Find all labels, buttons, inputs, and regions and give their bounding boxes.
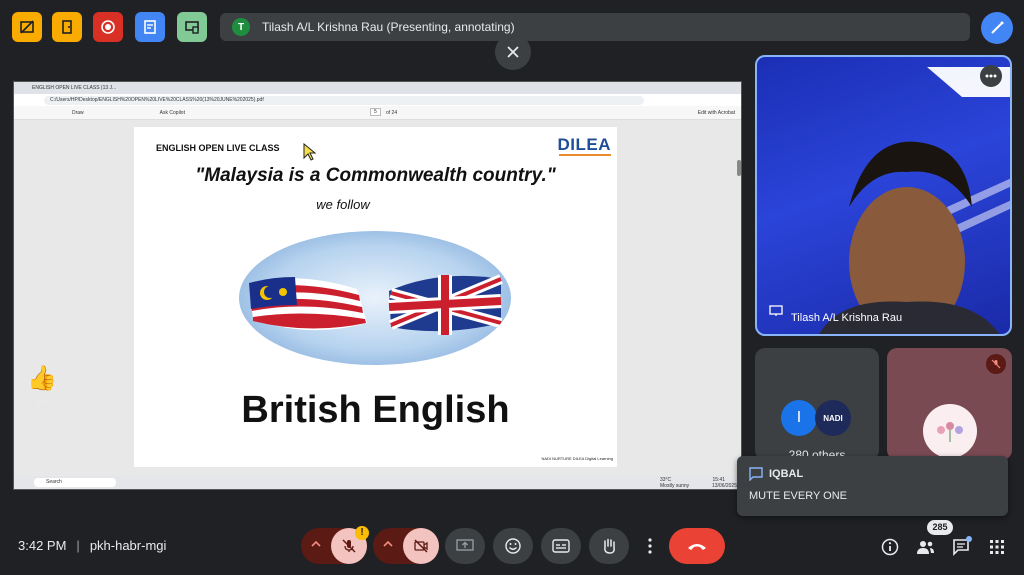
- annotate-button[interactable]: [981, 12, 1013, 44]
- participant-count-badge: 285: [927, 520, 953, 535]
- slide-footer: NADI NURTURE DILEA Digital Learning: [541, 456, 613, 461]
- draw-tool: Draw: [72, 109, 84, 116]
- participant-tile[interactable]: [887, 348, 1012, 460]
- chat-notification[interactable]: IQBAL MUTE EVERY ONE: [737, 456, 1008, 516]
- meeting-details-button[interactable]: [879, 536, 901, 558]
- other-avatar: I: [781, 400, 817, 436]
- people-button[interactable]: [914, 536, 936, 558]
- browser-tab-strip: ENGLISH OPEN LIVE CLASS (13 J...: [14, 82, 741, 94]
- page-total: of 24: [386, 110, 398, 116]
- more-dots-icon: [985, 74, 997, 78]
- people-icon: [917, 541, 934, 554]
- end-call-icon: [688, 544, 706, 550]
- chat-icon: [749, 467, 763, 486]
- camera-control[interactable]: [373, 528, 439, 564]
- pdf-scrollbar[interactable]: [737, 160, 741, 176]
- door-icon[interactable]: [52, 12, 82, 42]
- taskbar-date: 13/06/2025: [711, 483, 737, 489]
- present-icon: [456, 539, 474, 551]
- pdf-toolbar: Draw Ask Copilot 5 of 24 Edit with Acrob…: [14, 106, 741, 120]
- browser-address-bar: C:/Users/HP/Desktop/ENGLISH%20OPEN%20LIV…: [14, 94, 741, 106]
- companion-icon[interactable]: [177, 12, 207, 42]
- taskbar-search: Search: [34, 478, 116, 487]
- raise-hand-button[interactable]: [589, 528, 629, 564]
- chevron-up-icon: [383, 540, 393, 547]
- presenter-avatar: T: [232, 18, 250, 36]
- muted-mic-icon: [986, 354, 1006, 374]
- camera-off-icon: [414, 539, 428, 553]
- captions-button[interactable]: [541, 528, 581, 564]
- presenting-text: Tilash A/L Krishna Rau (Presenting, anno…: [262, 20, 515, 34]
- close-icon: [507, 46, 519, 58]
- uk-flag-hand: [388, 274, 503, 335]
- mic-warning-badge: !: [355, 526, 369, 540]
- captions-icon: [552, 539, 570, 553]
- nadi-avatar: NADI: [815, 400, 851, 436]
- more-vert-icon: [648, 538, 652, 554]
- emoji-button[interactable]: [493, 528, 533, 564]
- camera-off-button[interactable]: [403, 528, 439, 564]
- url-field: C:/Users/HP/Desktop/ENGLISH%20OPEN%20LIV…: [44, 95, 644, 105]
- current-time: 3:42 PM: [18, 538, 67, 553]
- flowers-avatar: [923, 404, 977, 458]
- more-options-button[interactable]: [637, 528, 663, 564]
- chevron-up-icon: [311, 540, 321, 547]
- video-feed: [819, 67, 1010, 334]
- dilea-logo: DILEA: [557, 135, 611, 154]
- slide-title: British English: [241, 389, 510, 431]
- malaysia-flag-hand: [249, 277, 367, 331]
- more-options-button[interactable]: [980, 65, 1002, 87]
- browser-tab: ENGLISH OPEN LIVE CLASS (13 J...: [32, 85, 117, 91]
- chat-sender: IQBAL: [769, 468, 804, 480]
- shared-screen: ENGLISH OPEN LIVE CLASS (13 J... C:/User…: [13, 81, 742, 490]
- info-separator: |: [76, 538, 80, 553]
- weather-desc: Mostly sunny: [660, 483, 690, 489]
- notes-icon[interactable]: [135, 12, 165, 42]
- reaction-name: qal: [35, 396, 49, 407]
- edit-acrobat: Edit with Acrobat: [697, 110, 735, 116]
- present-screen-button[interactable]: [445, 528, 485, 564]
- flags-handshake-image: [239, 231, 511, 365]
- emoji-icon: [505, 538, 521, 554]
- slide-header: ENGLISH OPEN LIVE CLASS: [156, 143, 280, 153]
- ask-copilot: Ask Copilot: [159, 109, 185, 116]
- chat-button[interactable]: [950, 536, 972, 558]
- grid-icon: [990, 540, 1004, 554]
- windows-taskbar: Search 33°C Mostly sunny 15:41 13/06/202…: [14, 476, 741, 489]
- dilea-logo-bar: [559, 154, 611, 156]
- meeting-code: pkh-habr-mgi: [89, 538, 167, 553]
- page-number: 5: [370, 108, 381, 116]
- presenting-bar: T Tilash A/L Krishna Rau (Presenting, an…: [220, 13, 970, 41]
- thumbs-up-icon: 👍: [27, 365, 57, 392]
- chat-unread-dot: [966, 536, 972, 542]
- participant-tile-main[interactable]: Tilash A/L Krishna Rau: [755, 55, 1012, 336]
- slide: ENGLISH OPEN LIVE CLASS DILEA "Malaysia …: [134, 127, 617, 467]
- info-icon: [881, 538, 899, 556]
- leave-call-button[interactable]: [669, 528, 725, 564]
- hand-icon: [604, 538, 615, 554]
- mic-off-icon: [342, 539, 356, 553]
- presenting-icon: [769, 304, 783, 322]
- reaction-overlay: 👍 qal: [25, 365, 59, 408]
- slide-quote: "Malaysia is a Commonwealth country.": [195, 165, 556, 186]
- slide-subtitle: we follow: [316, 197, 370, 212]
- participant-name: Tilash A/L Krishna Rau: [791, 312, 903, 324]
- hide-video-icon[interactable]: [12, 12, 42, 42]
- activities-button[interactable]: [986, 536, 1008, 558]
- chat-message: MUTE EVERY ONE: [749, 490, 848, 502]
- meeting-info: 3:42 PM | pkh-habr-mgi: [18, 538, 166, 553]
- others-tile[interactable]: I NADI 280 others: [755, 348, 879, 460]
- pdf-viewer: ENGLISH OPEN LIVE CLASS DILEA "Malaysia …: [14, 120, 741, 478]
- close-presentation-button[interactable]: [495, 34, 531, 70]
- record-icon[interactable]: [93, 12, 123, 42]
- mouse-cursor-icon: [303, 142, 317, 166]
- pen-icon: [991, 21, 1004, 34]
